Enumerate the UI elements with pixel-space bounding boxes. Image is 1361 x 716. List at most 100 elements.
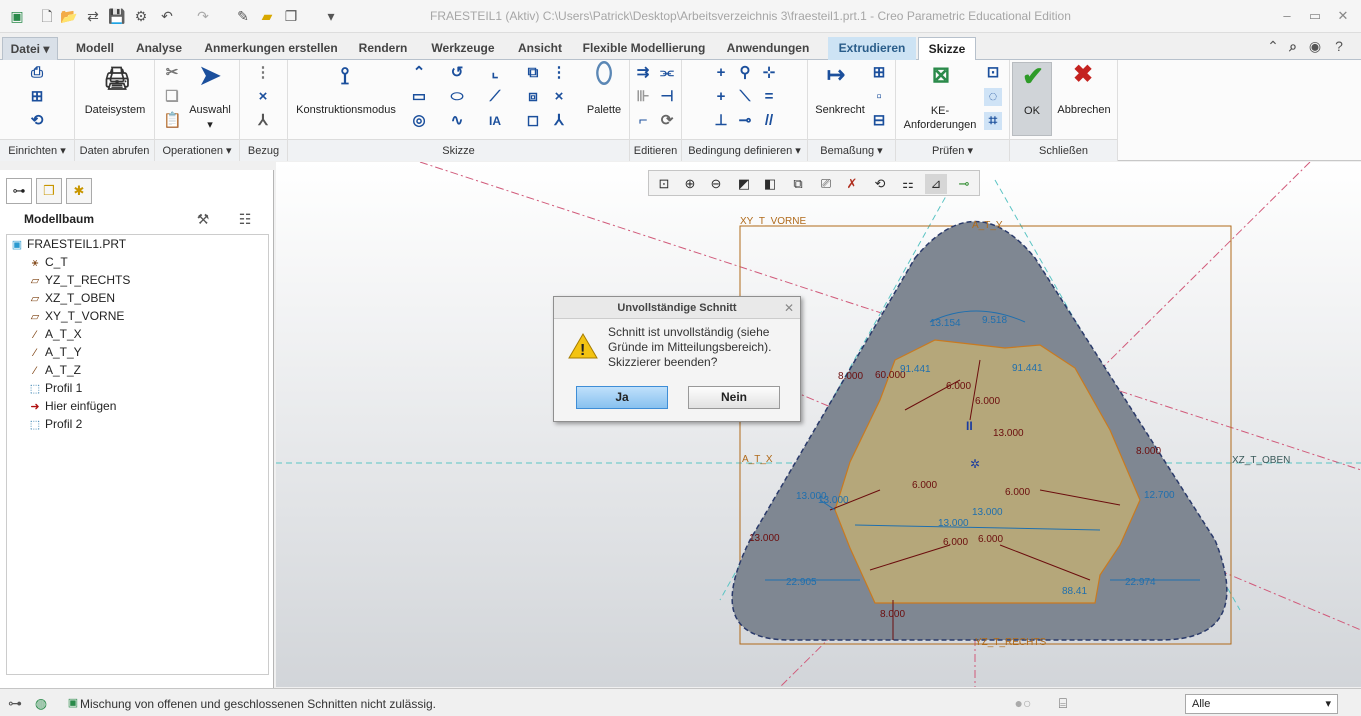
csys-sketch-icon[interactable]: ⅄ <box>550 112 568 130</box>
vertical-constraint-icon[interactable]: + <box>712 64 730 82</box>
group-label-bemassung[interactable]: Bemaßung ▾ <box>808 139 895 161</box>
coincident-constraint-icon[interactable]: ⊸ <box>736 112 754 130</box>
centerline-icon[interactable]: ⋮ <box>254 64 272 82</box>
rotate-resize-icon[interactable]: ⟳ <box>658 112 676 130</box>
baseline-icon[interactable]: ⊟ <box>870 112 888 130</box>
dimension-label[interactable]: 8.000 <box>880 609 905 620</box>
tab-skizze[interactable]: Skizze <box>918 37 976 61</box>
construction-mode-icon[interactable]: ⟟ <box>330 65 360 98</box>
auswahl-dropdown-icon[interactable]: ▾ <box>205 118 215 131</box>
reference-icon[interactable]: ⊞ <box>28 88 46 106</box>
tree-item[interactable]: ⬚ Profil 1 <box>28 379 83 397</box>
dialog-close-icon[interactable]: ✕ <box>784 301 794 315</box>
tree-item[interactable]: ⚹ C_T <box>28 253 68 271</box>
point-icon[interactable]: × <box>254 88 272 106</box>
konstruktionsmodus-button[interactable]: Konstruktionsmodus <box>290 104 402 116</box>
line-icon[interactable]: ⌃ <box>410 64 428 82</box>
highlight-open-ends-icon[interactable]: ⌗ <box>984 112 1002 130</box>
tab-datei[interactable]: Datei ▾ <box>2 37 58 60</box>
dimension-label[interactable]: 22.905 <box>786 577 817 588</box>
tree-item[interactable]: ⁄ A_T_Y <box>28 343 82 361</box>
datum-display-icon[interactable]: ⟲ <box>869 174 891 194</box>
feature-requirements-icon[interactable]: ⊠ <box>926 64 956 96</box>
tab-rendern[interactable]: Rendern <box>352 37 414 60</box>
dimension-label[interactable]: 6.000 <box>978 534 1003 545</box>
tab-ansicht[interactable]: Ansicht <box>512 37 568 60</box>
group-label-bedingung[interactable]: Bedingung definieren ▾ <box>682 139 807 161</box>
favorites-tab-icon[interactable]: ✱ <box>66 178 92 204</box>
symmetric-constraint-icon[interactable]: ⊹ <box>760 64 778 82</box>
folder-icon[interactable]: ▰ <box>258 7 276 25</box>
open-file-icon[interactable]: 📂 <box>60 7 78 25</box>
auswahl-button[interactable]: Auswahl <box>185 104 235 116</box>
dimension-label[interactable]: 12.700 <box>1144 490 1175 501</box>
tangent-constraint-icon[interactable]: ⚲ <box>736 64 754 82</box>
dimension-label[interactable]: 88.41 <box>1062 586 1087 597</box>
copy-icon[interactable]: ❏ <box>163 88 181 106</box>
centerline-sketch-icon[interactable]: ⋮ <box>550 64 568 82</box>
cancel-x-icon[interactable]: ✖ <box>1070 63 1096 94</box>
browser-icon[interactable]: ◍ <box>32 694 50 712</box>
tab-modell[interactable]: Modell <box>68 37 122 60</box>
community-icon[interactable]: ◉ <box>1306 37 1324 55</box>
sketch-view-icon[interactable]: ⟲ <box>28 112 46 130</box>
folder-browser-tab-icon[interactable]: ❒ <box>36 178 62 204</box>
project-icon[interactable]: ◻ <box>524 112 542 130</box>
minimize-ribbon-icon[interactable]: ⌃ <box>1264 37 1282 55</box>
dimension-label[interactable]: 22.974 <box>1125 577 1156 588</box>
dimension-icon[interactable]: ↦ <box>820 64 852 94</box>
tree-item[interactable]: ⬚ Profil 2 <box>28 415 83 433</box>
view-manager-icon[interactable]: ⎚ <box>815 174 837 194</box>
selection-filter[interactable]: Alle ▾ <box>1185 694 1338 714</box>
open-recent-icon[interactable]: ⇄ <box>84 7 102 25</box>
group-label-operationen[interactable]: Operationen ▾ <box>155 139 239 161</box>
overlapping-geometry-icon[interactable]: ⊡ <box>984 64 1002 82</box>
dimension-label[interactable]: 13.000 <box>993 428 1024 439</box>
spline-icon[interactable]: ∿ <box>448 112 466 130</box>
dimension-label[interactable]: 8.000 <box>1136 446 1161 457</box>
dimension-label[interactable]: 13.154 <box>930 318 961 329</box>
close-window-button[interactable]: ✕ <box>1328 6 1358 26</box>
arc-icon[interactable]: ↺ <box>448 64 466 82</box>
minimize-button[interactable]: ‒ <box>1272 6 1302 26</box>
redo-icon[interactable]: ↷ <box>194 7 212 25</box>
divide-icon[interactable]: ⫘ <box>658 64 676 82</box>
undo-icon[interactable]: ↶ <box>158 7 176 25</box>
repaint-icon[interactable]: ◩ <box>733 174 755 194</box>
corner-icon[interactable]: ⌐ <box>634 112 652 130</box>
maximize-button[interactable]: ▭ <box>1300 6 1330 26</box>
ok-button[interactable]: ✔ OK <box>1012 62 1052 136</box>
tab-anwendungen[interactable]: Anwendungen <box>720 37 816 60</box>
tree-item[interactable]: ▣ FRAESTEIL1.PRT <box>10 235 126 253</box>
tree-item[interactable]: ⁄ A_T_X <box>28 325 82 343</box>
chamfer-icon[interactable]: ⟋ <box>486 88 504 106</box>
zoom-in-icon[interactable]: ⊕ <box>679 174 701 194</box>
perpendicular-constraint-icon[interactable]: ⊥ <box>712 112 730 130</box>
yes-button[interactable]: Ja <box>576 386 668 409</box>
tab-analyse[interactable]: Analyse <box>128 37 190 60</box>
sketcher-display-icon[interactable]: ⊿ <box>925 174 947 194</box>
annotation-display-icon[interactable]: ⚏ <box>897 174 919 194</box>
select-arrow-icon[interactable]: ➤ <box>197 62 223 96</box>
help-icon[interactable]: ? <box>1330 37 1348 55</box>
tab-anmerkungen[interactable]: Anmerkungen erstellen <box>196 37 346 60</box>
tab-extrudieren[interactable]: Extrudieren <box>828 37 916 60</box>
thicken-icon[interactable]: ⧈ <box>524 88 542 106</box>
group-label-pruefen[interactable]: Prüfen ▾ <box>896 139 1009 161</box>
senkrecht-button[interactable]: Senkrecht <box>810 104 870 116</box>
midpoint-constraint-icon[interactable]: ⟍ <box>736 88 754 106</box>
text-icon[interactable]: IA <box>486 112 504 130</box>
show-tree-icon[interactable]: ⊶ <box>6 694 24 712</box>
dimension-label[interactable]: 8.000 <box>838 371 863 382</box>
fillet-icon[interactable]: ⌞ <box>486 64 504 82</box>
circle-icon[interactable]: ◎ <box>410 112 428 130</box>
palette-icon[interactable]: ⬯ <box>588 59 620 96</box>
dimension-label[interactable]: 6.000 <box>1005 487 1030 498</box>
dimension-label[interactable]: 13.000 <box>818 495 849 506</box>
dimension-label[interactable]: 13.000 <box>749 533 780 544</box>
dimension-label[interactable]: 6.000 <box>975 396 1000 407</box>
dimension-label[interactable]: 13.000 <box>938 518 969 529</box>
paste-icon[interactable]: 📋 <box>163 112 182 130</box>
coordinate-system-icon[interactable]: ⅄ <box>254 112 272 130</box>
perspective-icon[interactable]: ✗ <box>841 174 863 194</box>
